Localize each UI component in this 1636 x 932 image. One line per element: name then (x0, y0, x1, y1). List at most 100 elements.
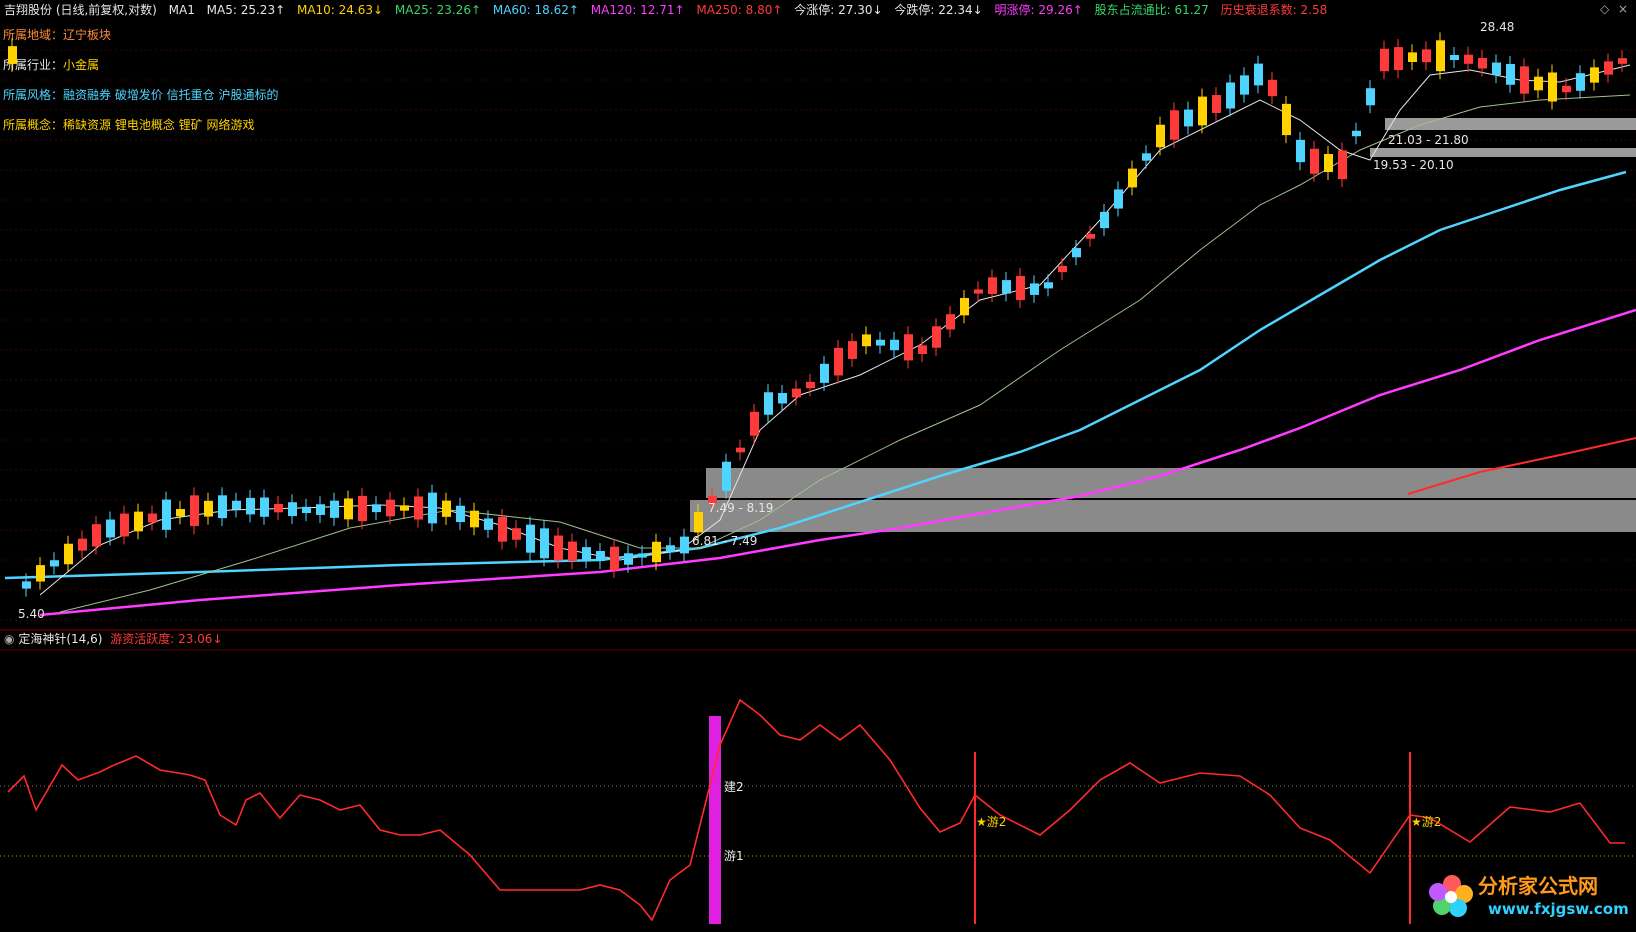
candle (134, 511, 143, 532)
candle (1016, 275, 1025, 301)
candle (1128, 168, 1137, 188)
candle (596, 550, 605, 562)
candle (1184, 109, 1193, 127)
candle (120, 513, 129, 537)
logo-name: 分析家公式网 (1478, 874, 1598, 898)
candle (1086, 233, 1095, 239)
candle (792, 388, 801, 398)
candle (414, 496, 423, 520)
candle (820, 363, 829, 383)
candle (1212, 95, 1221, 113)
candle (498, 516, 507, 542)
candle (246, 497, 255, 515)
candle (1408, 52, 1417, 63)
zone2-label: 19.53 - 20.10 (1373, 158, 1454, 172)
candle (890, 339, 899, 351)
candle (988, 277, 997, 294)
candle (316, 504, 325, 515)
candle (288, 502, 297, 517)
candle (1198, 96, 1207, 126)
candle (736, 447, 745, 453)
high-label: 28.48 (1480, 20, 1515, 34)
logo-url: www.fxjgsw.com (1488, 900, 1629, 918)
candle (1338, 150, 1347, 180)
sub-indicator-value: 游资活跃度: 23.06↓ (110, 632, 223, 646)
watermark-logo: 分析家公式网 www.fxjgsw.com (1422, 866, 1629, 926)
candle (204, 500, 213, 517)
low-label: 5.40 (18, 607, 45, 621)
candle (1254, 63, 1263, 86)
candle (442, 500, 451, 517)
candle (834, 347, 843, 376)
zone4-label: 6.81 - 7.49 (692, 534, 758, 548)
candle (22, 581, 31, 589)
collapse-icon[interactable]: ◉ (4, 632, 14, 646)
candle (554, 535, 563, 561)
candle (680, 536, 689, 554)
candle (1226, 82, 1235, 109)
candle (1422, 49, 1431, 63)
candle (344, 498, 353, 520)
zone1-label: 21.03 - 21.80 (1388, 133, 1469, 147)
candle (78, 538, 87, 551)
candle (1296, 139, 1305, 163)
candle (1324, 153, 1333, 173)
candle (218, 495, 227, 519)
candle (946, 314, 955, 330)
candle (330, 500, 339, 518)
candle (1114, 189, 1123, 209)
candle (778, 393, 787, 404)
ma25-line (59, 94, 1631, 613)
candle (190, 495, 199, 527)
candle (1310, 148, 1319, 174)
candle (764, 392, 773, 415)
activity-line (7, 698, 1625, 922)
candle (1352, 130, 1361, 137)
candle (1282, 103, 1291, 136)
candle (918, 345, 927, 354)
you2-mark: ★游2 (976, 815, 1007, 829)
candle (1520, 66, 1529, 94)
candle (36, 565, 45, 582)
candle (386, 499, 395, 517)
candle (512, 528, 521, 540)
candle (904, 334, 913, 361)
candle (470, 510, 479, 528)
candle (1240, 75, 1249, 95)
zone3-label: 7.49 - 8.19 (708, 501, 774, 515)
candle (1170, 110, 1179, 140)
candle (1002, 280, 1011, 294)
sub-indicator-name[interactable]: 定海神针(14,6) (18, 632, 102, 646)
candle (624, 553, 633, 565)
candle (400, 505, 409, 511)
candle (372, 504, 381, 513)
candle (1478, 57, 1487, 69)
candle (1366, 88, 1375, 106)
candle (1100, 211, 1109, 229)
candle (1534, 76, 1543, 91)
candle (148, 513, 157, 523)
candle (260, 497, 269, 517)
candle (1394, 47, 1403, 71)
candle (106, 519, 115, 538)
candle (1576, 73, 1585, 91)
candle (610, 546, 619, 570)
candle (1156, 124, 1165, 148)
candle (526, 524, 535, 553)
candle (652, 541, 661, 563)
candle (750, 411, 759, 436)
sub-header: ◉ 定海神针(14,6) 游资活跃度: 23.06↓ (0, 630, 223, 648)
candle (1506, 64, 1515, 85)
candle (974, 289, 983, 294)
candle (484, 518, 493, 530)
zone-box (690, 500, 1636, 532)
candle (568, 541, 577, 562)
candle (92, 524, 101, 547)
candle (806, 381, 815, 389)
candle (932, 326, 941, 348)
candle (1142, 153, 1151, 161)
candle (876, 339, 885, 346)
candle (50, 560, 59, 567)
candle (1590, 67, 1599, 83)
candle (428, 492, 437, 524)
